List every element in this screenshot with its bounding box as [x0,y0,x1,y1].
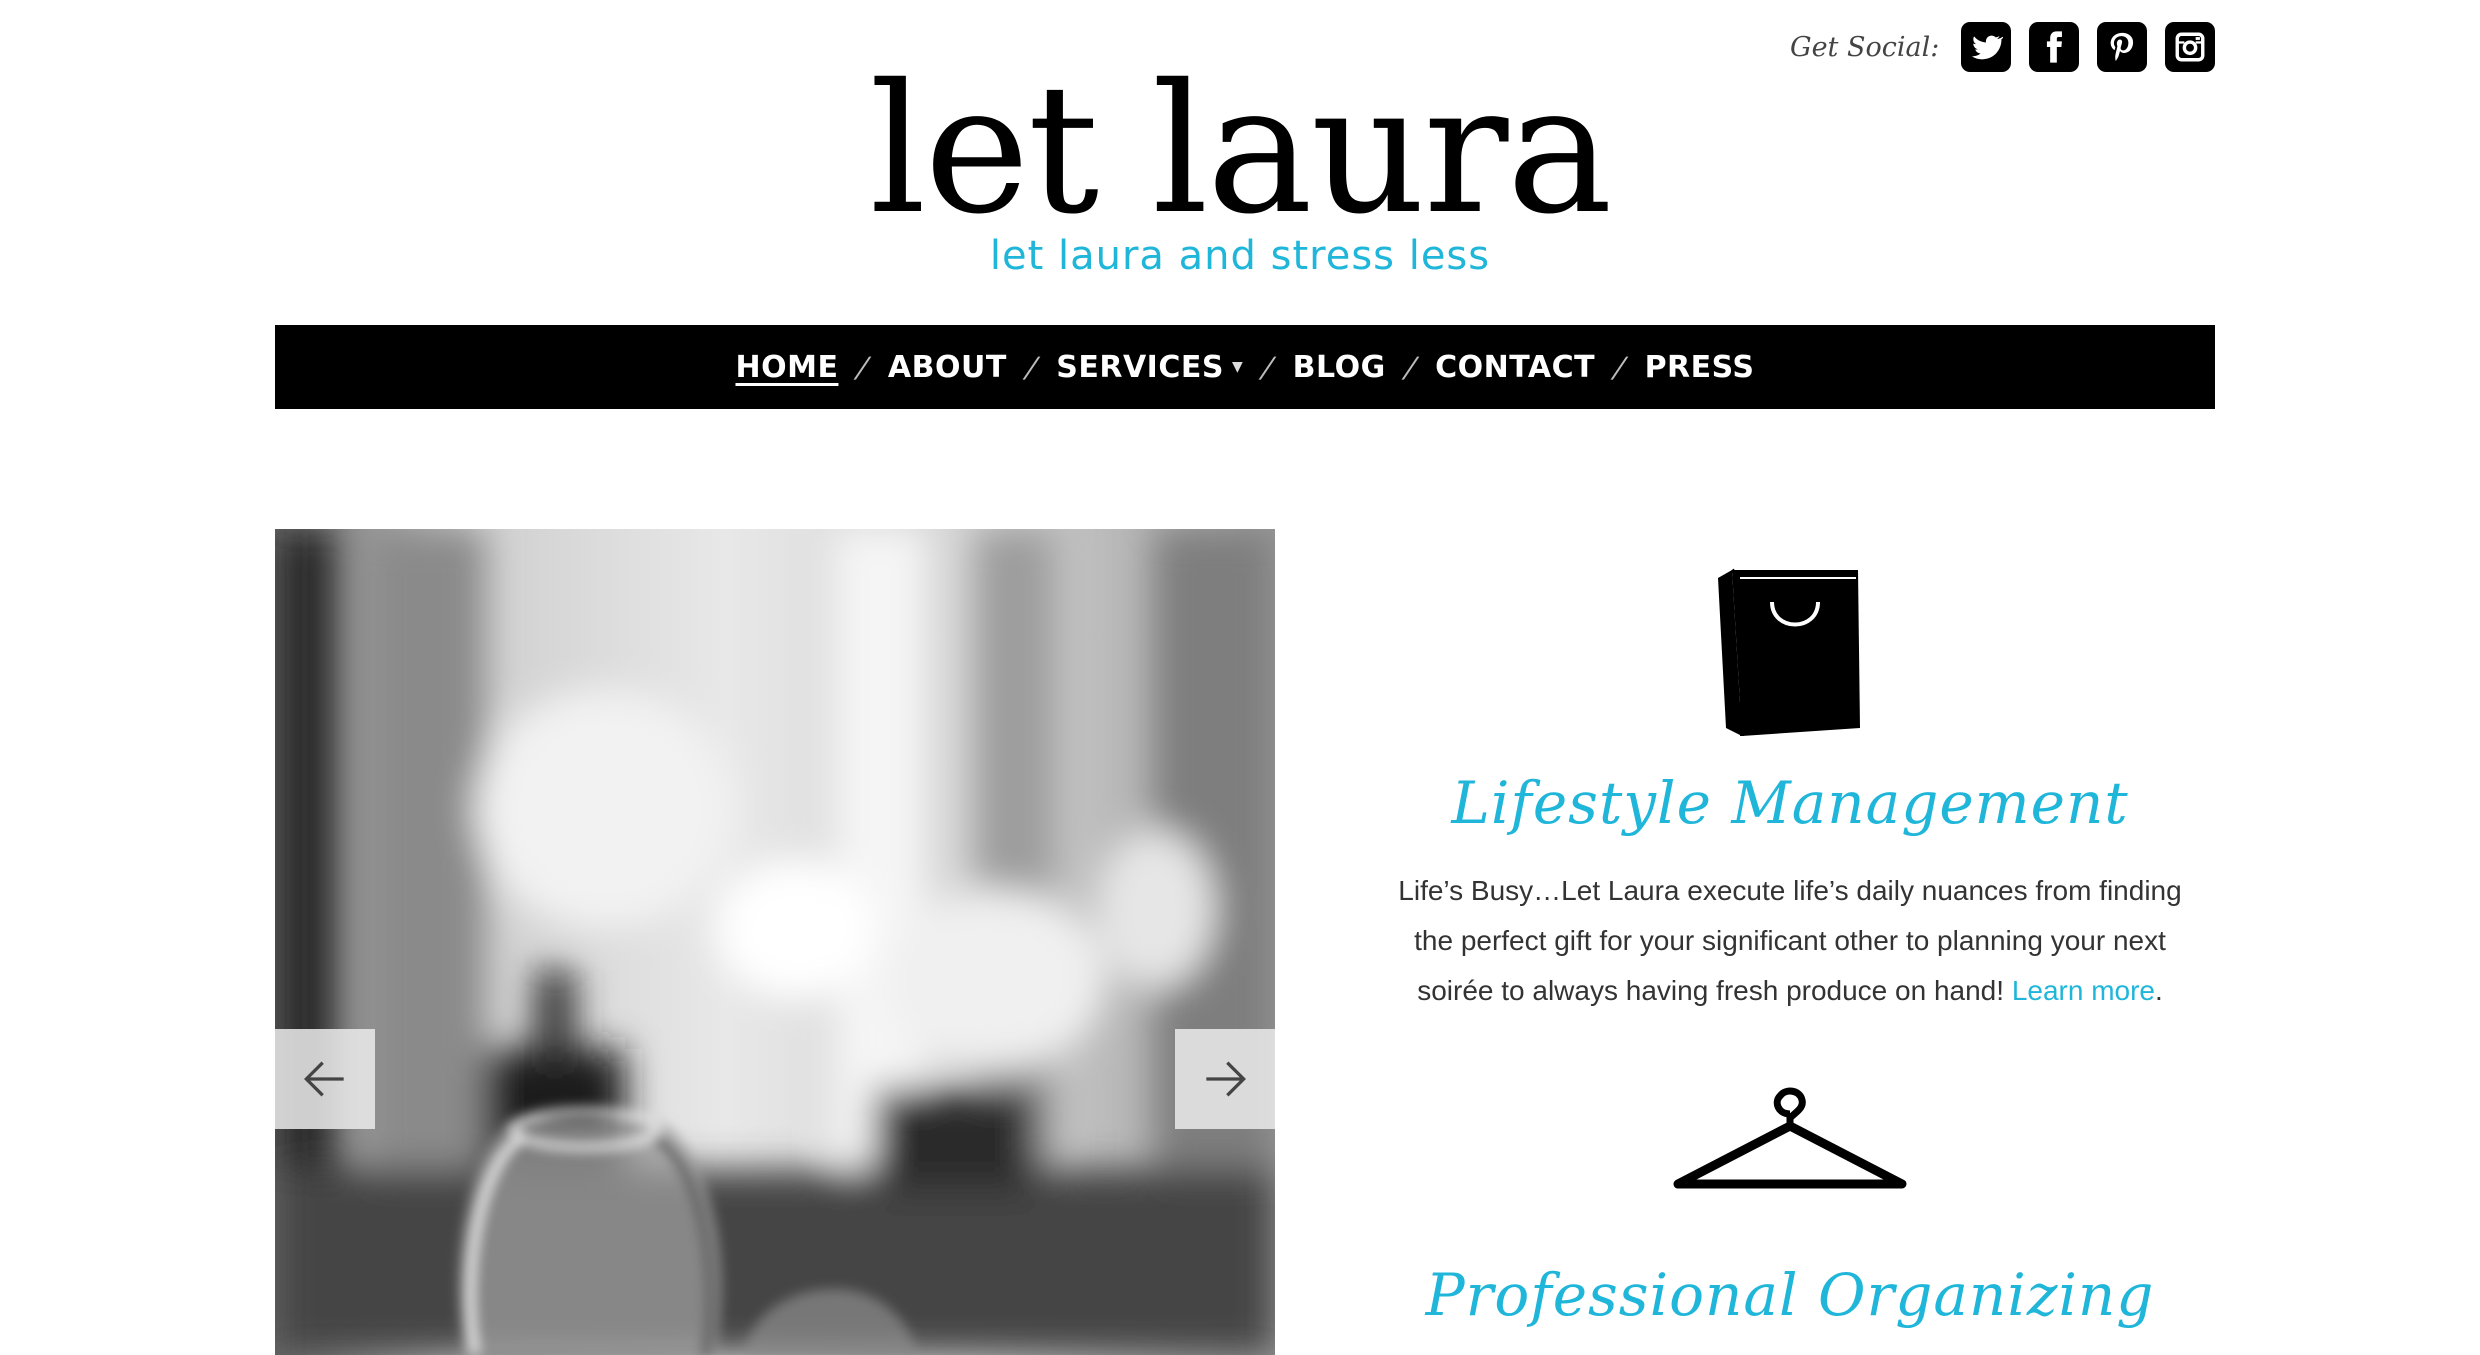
learn-more-link[interactable]: Learn more [2012,975,2155,1006]
nav-item-services-label: SERVICES [1056,349,1224,385]
social-label: Get Social: [1790,31,1940,63]
instagram-icon[interactable] [2165,22,2216,72]
nav-separator: / [852,350,874,384]
logo-title: let laura [869,46,1612,253]
slider-prev-button[interactable] [275,1029,375,1129]
hanger-icon [1673,1087,1907,1189]
site-logo[interactable]: let laura let laura and stress less [860,46,1620,279]
nav-separator: / [1257,350,1279,384]
nav-item-contact[interactable]: CONTACT [1435,350,1595,385]
image-slider [275,529,1275,1355]
arrow-left-icon [304,1061,344,1097]
pinterest-icon[interactable] [2097,22,2148,72]
arrow-right-icon [1206,1061,1246,1097]
nav-separator: / [1020,350,1043,384]
nav-item-home[interactable]: HOME [735,350,838,385]
service-description: Life’s Busy…Let Laura execute life’s dai… [1398,875,2182,1006]
services-column: Lifestyle Management Life’s Busy…Let Lau… [1360,560,2220,1340]
service-block: Professional Organizing [1360,1076,2220,1340]
nav-item-blog[interactable]: BLOG [1293,350,1386,385]
twitter-icon[interactable] [1961,22,2012,72]
nav-item-about[interactable]: ABOUT [888,350,1007,385]
chevron-down-icon: ▼ [1231,359,1244,375]
nav-item-services[interactable]: SERVICES ▼ [1056,350,1243,385]
service-title: Professional Organizing [1425,1261,2155,1329]
facebook-icon[interactable] [2029,22,2080,72]
service-block: Lifestyle Management Life’s Busy…Let Lau… [1360,560,2220,1016]
slide-image [275,529,1275,1355]
shopping-bag-icon [1718,568,1860,736]
nav-separator: / [1609,350,1631,384]
main-nav: HOME / ABOUT / SERVICES ▼ / BLOG / CONTA… [275,325,2215,409]
nav-item-press[interactable]: PRESS [1645,350,1755,385]
slider-next-button[interactable] [1175,1029,1275,1129]
nav-separator: / [1399,350,1422,384]
social-bar: Get Social: [1790,12,2216,82]
service-title: Lifestyle Management [1451,769,2129,837]
